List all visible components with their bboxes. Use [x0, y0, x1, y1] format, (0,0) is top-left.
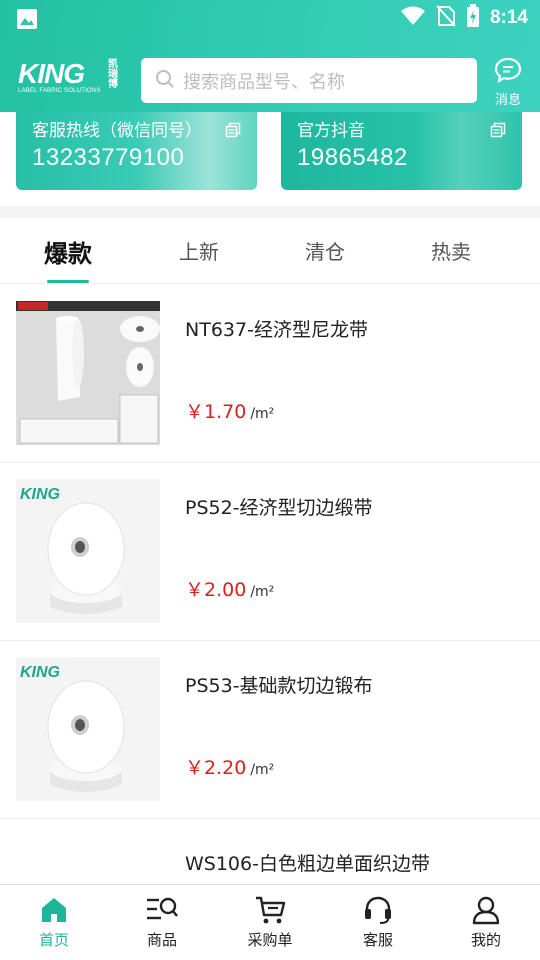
section-divider — [0, 206, 540, 218]
header: 8:14 KING 凯瑞博 LABEL FABRIC SOLUTIONS 搜索商… — [0, 0, 540, 112]
search-icon — [155, 69, 175, 93]
product-name: PS52-经济型切边缎带 — [185, 497, 373, 519]
product-price: ￥2.20/m² — [185, 757, 275, 779]
hotline-title: 客服热线（微信同号） — [32, 121, 202, 141]
category-tabs: 爆款 上新 清仓 热卖 — [0, 218, 540, 284]
douyin-card[interactable]: 官方抖音 19865482 — [281, 112, 522, 190]
chat-icon — [494, 57, 522, 87]
tab-best-selling[interactable]: 热卖 — [411, 236, 491, 265]
wifi-icon — [400, 6, 426, 30]
nav-products-label: 商品 — [146, 931, 177, 949]
search-placeholder: 搜索商品型号、名称 — [183, 71, 345, 93]
product-list: NT637-经济型尼龙带 ￥1.70/m² KING PS52-经济型切边缎带 … — [0, 285, 540, 960]
svg-text:KING: KING — [20, 664, 60, 681]
product-item[interactable]: KING PS53-基础款切边锻布 ￥2.20/m² — [0, 641, 540, 819]
no-sim-icon — [436, 5, 456, 31]
clock: 8:14 — [489, 7, 528, 28]
nav-home[interactable]: 首页 — [14, 895, 94, 950]
svg-text:KING: KING — [20, 486, 60, 503]
product-image: KING — [16, 657, 160, 801]
nav-products[interactable]: 商品 — [122, 895, 202, 950]
copy-icon[interactable] — [490, 122, 506, 142]
product-name: WS106-白色粗边单面织边带 — [185, 853, 430, 875]
message-label: 消息 — [494, 93, 521, 108]
hotline-number: 13233779100 — [32, 144, 185, 171]
gallery-notification-icon — [16, 8, 38, 34]
nav-customer-service-label: 客服 — [362, 931, 393, 949]
headset-icon — [338, 895, 418, 925]
tab-clearance[interactable]: 清仓 — [285, 236, 365, 265]
message-button[interactable]: 消息 — [490, 57, 526, 108]
king-logo: KING 凯瑞博 LABEL FABRIC SOLUTIONS — [18, 58, 118, 94]
douyin-id: 19865482 — [297, 144, 408, 171]
nav-cart-label: 采购单 — [247, 931, 293, 949]
nav-profile[interactable]: 我的 — [446, 895, 526, 950]
search-input[interactable]: 搜索商品型号、名称 — [141, 58, 477, 103]
active-tab-indicator — [47, 280, 89, 283]
copy-icon[interactable] — [225, 122, 241, 142]
product-name: NT637-经济型尼龙带 — [185, 319, 368, 341]
product-price: ￥1.70/m² — [185, 401, 275, 423]
product-image — [16, 301, 160, 445]
product-search-icon — [122, 895, 202, 925]
product-item[interactable]: NT637-经济型尼龙带 ￥1.70/m² — [0, 285, 540, 463]
user-icon — [446, 895, 526, 925]
nav-profile-label: 我的 — [470, 931, 501, 949]
battery-charging-icon — [466, 4, 480, 32]
product-price: ￥2.00/m² — [185, 579, 275, 601]
tab-hot[interactable]: 爆款 — [28, 234, 108, 269]
home-icon — [14, 895, 94, 925]
douyin-title: 官方抖音 — [297, 121, 365, 141]
nav-cart[interactable]: 采购单 — [230, 895, 310, 950]
cart-icon — [230, 895, 310, 925]
hotline-card[interactable]: 客服热线（微信同号） 13233779100 — [16, 112, 257, 190]
product-name: PS53-基础款切边锻布 — [185, 675, 373, 697]
status-bar: 8:14 — [0, 0, 540, 38]
product-item[interactable]: KING PS52-经济型切边缎带 ￥2.00/m² — [0, 463, 540, 641]
product-image: KING — [16, 479, 160, 623]
nav-home-label: 首页 — [38, 931, 69, 949]
nav-customer-service[interactable]: 客服 — [338, 895, 418, 950]
tab-new[interactable]: 上新 — [159, 236, 239, 265]
bottom-nav: 首页 商品 采购单 客服 我的 — [0, 884, 540, 960]
